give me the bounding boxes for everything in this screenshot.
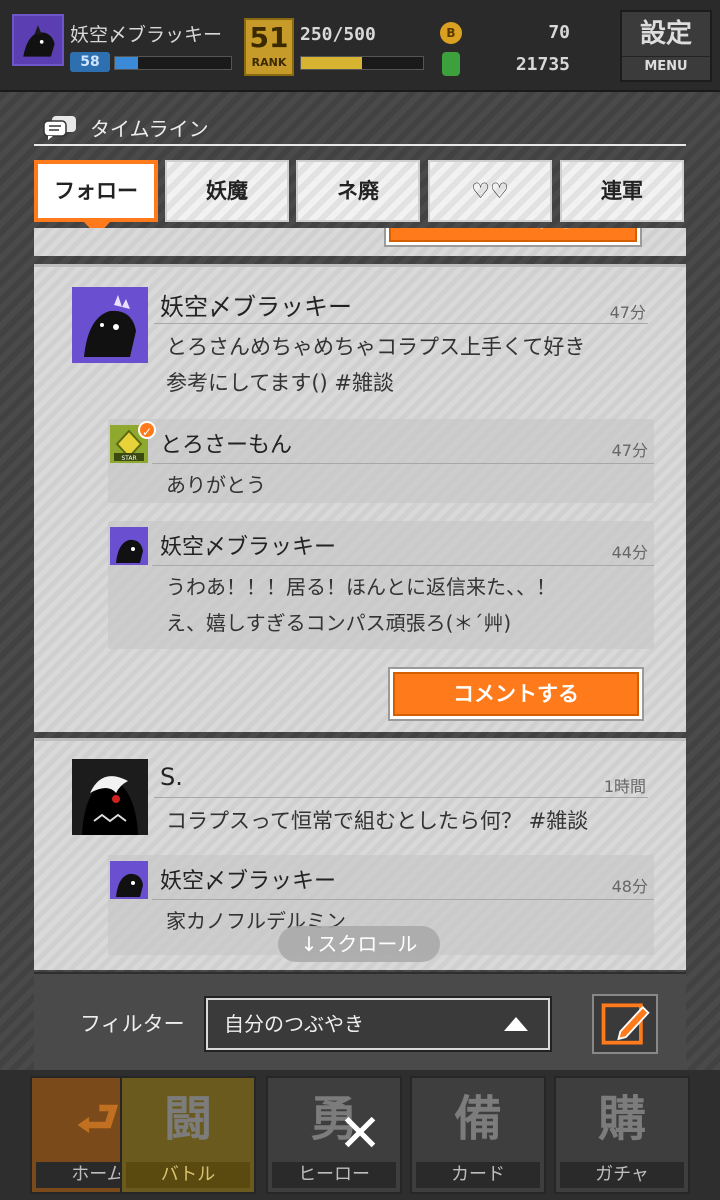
player-profile[interactable]: 妖空〆ブラッキー 58 xyxy=(8,8,233,84)
nav-gacha[interactable]: 購 ガチャ xyxy=(554,1076,690,1194)
reply-author-avatar[interactable] xyxy=(110,861,148,899)
reply-divider xyxy=(152,899,654,900)
post-text-line: 参考にしてます() #雑談 xyxy=(166,371,394,395)
level-badge: 58 xyxy=(70,52,110,72)
reply-text-line: うわあ！！！居る！ほんとに返信来た、、！ xyxy=(166,575,556,599)
nav-label: ガチャ xyxy=(560,1162,684,1188)
card-icon: 備 xyxy=(453,1091,502,1147)
nav-battle[interactable]: 闘 バトル xyxy=(120,1076,256,1194)
verified-check-icon: ✓ xyxy=(138,421,156,439)
reply-divider xyxy=(152,463,654,464)
filter-dropdown[interactable]: 自分のつぶやき xyxy=(204,996,552,1052)
tab-youma[interactable]: 妖魔 xyxy=(165,160,289,222)
reply-author-name: とろさーもん xyxy=(160,433,293,458)
level-progress-fill xyxy=(115,57,139,69)
post-card: 妖空〆ブラッキー 47分 とろさんめちゃめちゃコラプス上手くて好き 参考にしてま… xyxy=(34,264,686,732)
previous-comment-button[interactable]: コメントする xyxy=(384,228,642,247)
nav-label: カード xyxy=(416,1162,540,1188)
xp-progress-bar xyxy=(300,56,424,70)
post-author-name: 妖空〆ブラッキー xyxy=(160,293,352,321)
reply-item: STAR ✓ とろさーもん 47分 ありがとう xyxy=(108,419,654,503)
filter-selected-value: 自分のつぶやき xyxy=(224,1012,364,1036)
coin-icon: B xyxy=(440,22,462,44)
reply-timestamp: 44分 xyxy=(611,543,648,562)
rank-label: RANK xyxy=(251,56,287,69)
xp-counter: 250/500 xyxy=(300,24,376,45)
level-progress-bar xyxy=(114,56,232,70)
tab-nehai[interactable]: ネ廃 xyxy=(296,160,420,222)
post-timestamp: 1時間 xyxy=(603,777,646,796)
post-author-avatar[interactable] xyxy=(72,759,148,835)
pencil-edit-icon xyxy=(601,1003,650,1045)
reply-author-name: 妖空〆ブラッキー xyxy=(160,869,337,894)
player-avatar xyxy=(12,14,64,66)
reply-author-avatar[interactable] xyxy=(110,527,148,565)
svg-text:STAR: STAR xyxy=(121,455,136,462)
settings-label: 設定 xyxy=(639,19,692,49)
timeline-title: タイムライン xyxy=(90,117,209,141)
filter-bar: フィルター 自分のつぶやき xyxy=(34,972,686,1070)
post-divider xyxy=(154,797,648,798)
rank-number: 51 xyxy=(249,21,289,54)
coin-count: 70 xyxy=(548,22,570,43)
rank-panel: 51 RANK 250/500 xyxy=(242,8,432,84)
compose-post-button[interactable] xyxy=(592,994,658,1054)
reply-item: 妖空〆ブラッキー 44分 うわあ！！！居る！ほんとに返信来た、、！ え、嬉しすぎ… xyxy=(108,521,654,649)
chat-bubble-icon xyxy=(43,116,76,140)
reply-author-avatar[interactable]: STAR ✓ xyxy=(110,421,156,463)
player-name: 妖空〆ブラッキー xyxy=(70,24,223,46)
reply-timestamp: 47分 xyxy=(611,441,648,460)
rank-badge: 51 RANK xyxy=(244,18,294,76)
caret-up-icon xyxy=(504,1017,528,1031)
post-text-line: とろさんめちゃめちゃコラプス上手くて好き xyxy=(166,335,586,359)
reply-author-name: 妖空〆ブラッキー xyxy=(160,535,337,560)
timeline-feed[interactable]: コメントする 妖空〆ブラッキー 47分 とろさんめちゃめちゃコラプス上手くて好き… xyxy=(34,228,686,970)
scroll-hint[interactable]: ↓スクロール xyxy=(278,926,440,962)
post-author-avatar[interactable] xyxy=(72,287,148,363)
nav-card[interactable]: 備 カード xyxy=(410,1076,546,1194)
settings-menu-button[interactable]: 設定 MENU xyxy=(620,10,712,82)
timeline-tabs: フォロー 妖魔 ネ廃 ♡♡ 連軍 xyxy=(34,156,686,236)
top-status-bar: 妖空〆ブラッキー 58 51 RANK 250/500 B 70 21735 設… xyxy=(0,0,720,92)
tab-hearts[interactable]: ♡♡ xyxy=(428,160,552,222)
previous-post-card: コメントする xyxy=(34,228,686,256)
reply-text: うわあ！！！居る！ほんとに返信来た、、！ え、嬉しすぎるコンパス頑張ろ(＊´艸) xyxy=(166,569,646,641)
tab-rengun[interactable]: 連軍 xyxy=(560,160,684,222)
menu-label: MENU xyxy=(622,56,710,77)
currency-panel: B 70 21735 xyxy=(438,8,614,84)
post-text: とろさんめちゃめちゃコラプス上手くて好き 参考にしてます() #雑談 xyxy=(166,329,646,401)
post-author-name: S. xyxy=(160,763,183,791)
post-timestamp: 47分 xyxy=(609,303,646,322)
battle-icon: 闘 xyxy=(163,1091,212,1147)
reply-text-line: え、嬉しすぎるコンパス頑張ろ(＊´艸) xyxy=(166,611,512,635)
reply-timestamp: 48分 xyxy=(611,877,648,896)
timeline-header: タイムライン xyxy=(34,108,686,146)
gacha-icon: 購 xyxy=(597,1091,646,1147)
tab-follow[interactable]: フォロー xyxy=(34,160,158,222)
close-icon[interactable]: ✕ xyxy=(336,1108,384,1160)
reply-text: ありがとう xyxy=(166,473,266,497)
comment-button[interactable]: コメントする xyxy=(388,667,644,721)
post-text: コラプスって恒常で組むとしたら何？ #雑談 xyxy=(166,809,589,833)
reply-divider xyxy=(152,565,654,566)
gem-count: 21735 xyxy=(515,54,570,75)
xp-progress-fill xyxy=(301,57,362,69)
nav-label: ヒーロー xyxy=(272,1162,396,1188)
filter-label: フィルター xyxy=(80,1012,185,1036)
post-divider xyxy=(154,323,648,324)
nav-label: バトル xyxy=(126,1162,250,1188)
gem-icon xyxy=(442,52,460,76)
